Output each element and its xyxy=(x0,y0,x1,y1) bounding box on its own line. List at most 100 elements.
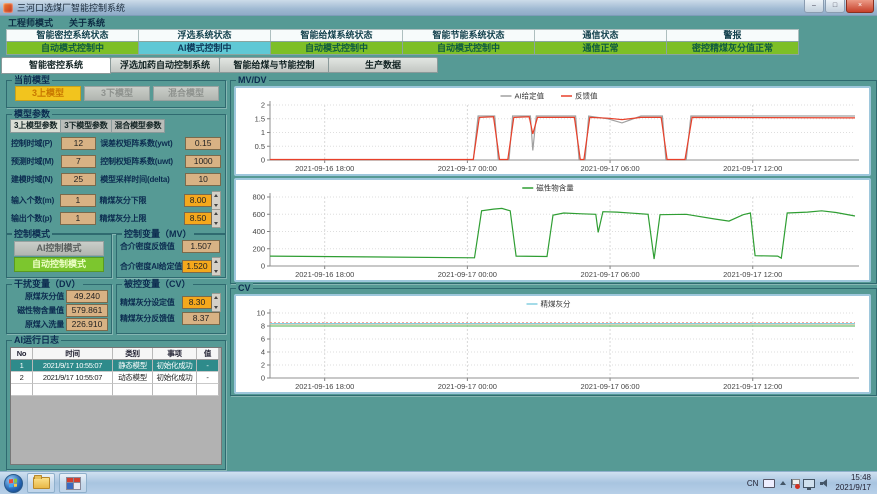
log-event: 初始化成功 xyxy=(153,372,197,384)
group-label: MV/DV xyxy=(236,75,269,85)
clock[interactable]: 15:48 2021/9/17 xyxy=(835,473,871,493)
svg-text:AI给定值: AI给定值 xyxy=(515,91,545,101)
app-icon xyxy=(3,3,13,13)
tray-date: 2021/9/17 xyxy=(835,483,871,493)
cv-group: 被控变量（CV） 精煤灰分设定值 8.30 精煤灰分反馈值 8.37 xyxy=(116,284,226,334)
input-value[interactable]: 8.30 xyxy=(182,296,212,309)
tab-coal-feed-energy[interactable]: 智能给煤与节能控制 xyxy=(219,57,329,73)
current-model-group: 当前模型 3上模型 3下模型 混合模型 xyxy=(6,80,226,108)
param-tab-3-upper[interactable]: 3上模型参数 xyxy=(10,119,61,133)
svg-text:1.5: 1.5 xyxy=(255,114,265,123)
cv-feedback-row: 精煤灰分反馈值 8.37 xyxy=(120,312,222,325)
cv-setpoint-row: 精煤灰分设定值 8.30 xyxy=(120,293,222,312)
col-event: 事项 xyxy=(153,348,197,360)
svg-text:4: 4 xyxy=(261,348,265,357)
desktop: { "colors":{ "app_background":"#569a95",… xyxy=(0,0,877,494)
model-3-upper-button[interactable]: 3上模型 xyxy=(15,86,81,101)
param-label: 输出个数(p) xyxy=(11,213,60,224)
model-mixed-button[interactable]: 混合模型 xyxy=(153,86,219,101)
log-empty-row xyxy=(11,384,221,396)
param-row: 控制时域(P) 12 误差权矩阵系数(ywt) 0.15 xyxy=(11,137,221,150)
tab-flotation-dosing[interactable]: 浮选加药自动控制系统 xyxy=(110,57,220,73)
field-label: 合介密度反馈值 xyxy=(120,241,182,252)
svg-text:6: 6 xyxy=(261,335,265,344)
tray-time: 15:48 xyxy=(835,473,871,483)
spinner-control[interactable] xyxy=(212,257,221,276)
density-ai-setpoint-input[interactable]: 1.520 xyxy=(182,257,221,276)
maximize-button[interactable]: □ xyxy=(825,0,845,13)
main-tab-strip: 智能密控系统 浮选加药自动控制系统 智能给煤与节能控制 生产数据 xyxy=(2,57,438,74)
group-label: 模型参数 xyxy=(12,109,52,119)
minimize-button[interactable]: – xyxy=(804,0,824,13)
dv-row: 磁性物含量值 579.861 xyxy=(10,304,108,317)
model-param-tab-strip: 3上模型参数 3下模型参数 混合模型参数 xyxy=(11,119,165,133)
network-icon[interactable] xyxy=(803,479,815,488)
group-label: 干扰变量（DV） xyxy=(12,279,83,289)
field-label: 精煤灰分反馈值 xyxy=(120,313,182,324)
ai-control-mode-button[interactable]: AI控制模式 xyxy=(14,241,104,256)
param-label: 控制权矩阵系数(uwt) xyxy=(100,156,185,167)
param-label: 误差权矩阵系数(ywt) xyxy=(100,138,185,149)
magnetite-content-value: 579.861 xyxy=(66,304,108,317)
volume-icon[interactable] xyxy=(820,479,830,488)
close-button[interactable]: × xyxy=(846,0,874,13)
input-value[interactable]: 1.520 xyxy=(182,260,212,273)
ai-log-table[interactable]: No 时间 类别 事项 值 1 2021/9/17 10:55:07 静态模型 … xyxy=(10,347,222,465)
log-row-1[interactable]: 1 2021/9/17 10:55:07 静态模型 初始化成功 - xyxy=(11,360,221,372)
log-category: 静态模型 xyxy=(113,360,153,372)
spinner-control[interactable] xyxy=(212,293,221,312)
group-label: 当前模型 xyxy=(12,75,52,85)
svg-text:反馈值: 反馈值 xyxy=(575,91,598,101)
log-event: 初始化成功 xyxy=(153,360,197,372)
log-header-row: No 时间 类别 事项 值 xyxy=(11,348,221,360)
chart-clean-coal-ash: 02468102021-09-16 18:002021-09-17 00:002… xyxy=(234,294,871,394)
param-value: 7 xyxy=(61,155,97,168)
system-tray: CN 15:48 2021/9/17 xyxy=(747,473,873,493)
start-button[interactable] xyxy=(4,474,23,493)
param-value: 1 xyxy=(60,194,95,207)
col-time: 时间 xyxy=(33,348,113,360)
ash-lower-limit-input[interactable]: 8.00 xyxy=(184,191,221,210)
svg-text:2021-09-17 00:00: 2021-09-17 00:00 xyxy=(438,382,497,391)
svg-text:2021-09-17 12:00: 2021-09-17 12:00 xyxy=(723,382,782,391)
spinner-control[interactable] xyxy=(212,209,221,228)
ash-setpoint-input[interactable]: 8.30 xyxy=(182,293,221,312)
param-row: 建模时域(N) 25 模型采样时间(delta) 10 xyxy=(11,173,221,186)
dv-row: 原煤入洗量 226.910 xyxy=(10,318,108,331)
input-value[interactable]: 8.50 xyxy=(184,212,212,225)
action-center-flag-icon[interactable] xyxy=(791,479,798,488)
param-label: 模型采样时间(delta) xyxy=(100,174,185,185)
tab-production-data[interactable]: 生产数据 xyxy=(328,57,438,73)
auto-control-mode-button[interactable]: 自动控制模式 xyxy=(14,257,104,272)
keyboard-icon[interactable] xyxy=(763,479,775,488)
svg-text:2021-09-17 06:00: 2021-09-17 06:00 xyxy=(580,270,639,279)
spinner-control[interactable] xyxy=(212,191,221,210)
explorer-taskbar-button[interactable] xyxy=(27,473,55,493)
svg-text:2021-09-16 18:00: 2021-09-16 18:00 xyxy=(295,382,354,391)
tab-smart-density-control[interactable]: 智能密控系统 xyxy=(1,57,111,74)
svg-text:磁性物含量: 磁性物含量 xyxy=(536,183,574,193)
param-value: 25 xyxy=(61,173,97,186)
param-tab-mixed[interactable]: 混合模型参数 xyxy=(111,119,166,133)
svg-text:2021-09-17 06:00: 2021-09-17 06:00 xyxy=(580,382,639,391)
group-label: 控制变量（MV） xyxy=(122,229,194,239)
ash-upper-limit-input[interactable]: 8.50 xyxy=(184,209,221,228)
col-category: 类别 xyxy=(113,348,153,360)
svg-text:200: 200 xyxy=(252,244,265,253)
show-hidden-icons-arrow[interactable] xyxy=(780,481,786,485)
menu-engineer-mode[interactable]: 工程师模式 xyxy=(8,16,53,29)
model-3-lower-button[interactable]: 3下模型 xyxy=(84,86,150,101)
param-tab-3-lower[interactable]: 3下模型参数 xyxy=(60,119,111,133)
svg-text:2021-09-17 00:00: 2021-09-17 00:00 xyxy=(438,270,497,279)
svg-text:0: 0 xyxy=(261,374,265,383)
input-language-indicator[interactable]: CN xyxy=(747,479,759,488)
field-label: 精煤灰分设定值 xyxy=(120,297,182,308)
app-taskbar-button[interactable] xyxy=(59,473,87,493)
menu-about-system[interactable]: 关于系统 xyxy=(69,16,105,29)
log-row-2[interactable]: 2 2021/9/17 10:55:07 动态模型 初始化成功 - xyxy=(11,372,221,384)
param-row: 输入个数(m) 1 精煤灰分下限 8.00 xyxy=(11,191,221,210)
status-value: 自动模式控制中 xyxy=(270,41,403,55)
svg-text:600: 600 xyxy=(252,210,265,219)
input-value[interactable]: 8.00 xyxy=(184,194,212,207)
svg-text:2: 2 xyxy=(261,101,265,110)
